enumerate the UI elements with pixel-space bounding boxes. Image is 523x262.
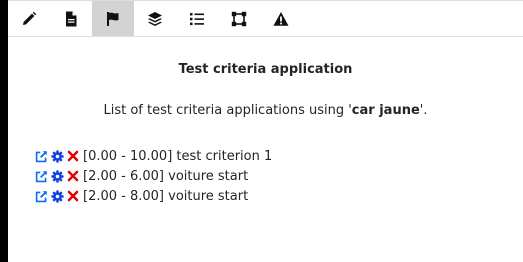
list-item-label: [0.00 - 10.00] test criterion 1 <box>83 148 273 164</box>
criteria-panel: Test criteria application List of test c… <box>8 0 523 262</box>
external-link-icon[interactable] <box>34 189 48 203</box>
vector-square-icon <box>231 11 247 26</box>
gear-icon[interactable] <box>50 189 64 203</box>
gear-icon[interactable] <box>50 149 64 163</box>
delete-icon[interactable] <box>66 149 80 163</box>
delete-icon[interactable] <box>66 169 80 183</box>
list-icon <box>190 12 204 25</box>
page-subtitle: List of test criteria applications using… <box>8 103 523 118</box>
document-icon <box>66 11 77 26</box>
layers-icon <box>148 11 162 26</box>
tool-layers[interactable] <box>134 1 176 36</box>
tool-document[interactable] <box>50 1 92 36</box>
subtitle-object-name: car jaune <box>351 103 420 118</box>
list-item: [2.00 - 6.00] voiture start <box>34 166 272 186</box>
subtitle-prefix: List of test criteria applications using… <box>103 103 352 118</box>
delete-icon[interactable] <box>66 189 80 203</box>
tool-flag[interactable] <box>92 1 134 36</box>
page-title: Test criteria application <box>178 62 353 77</box>
tool-warning[interactable] <box>260 1 302 36</box>
tool-vector[interactable] <box>218 1 260 36</box>
list-item-label: [2.00 - 8.00] voiture start <box>83 188 249 204</box>
criteria-application-list: [0.00 - 10.00] test criterion 1 [2.00 - … <box>34 146 272 206</box>
list-item: [2.00 - 8.00] voiture start <box>34 186 272 206</box>
list-item: [0.00 - 10.00] test criterion 1 <box>34 146 272 166</box>
tool-list[interactable] <box>176 1 218 36</box>
toolbar <box>8 1 523 37</box>
flag-icon <box>107 11 119 26</box>
pencil-icon <box>23 11 37 25</box>
gear-icon[interactable] <box>50 169 64 183</box>
subtitle-suffix: '. <box>419 103 428 118</box>
external-link-icon[interactable] <box>34 169 48 183</box>
external-link-icon[interactable] <box>34 149 48 163</box>
warning-icon <box>273 11 289 26</box>
list-item-label: [2.00 - 6.00] voiture start <box>83 168 249 184</box>
tool-edit[interactable] <box>8 1 50 36</box>
